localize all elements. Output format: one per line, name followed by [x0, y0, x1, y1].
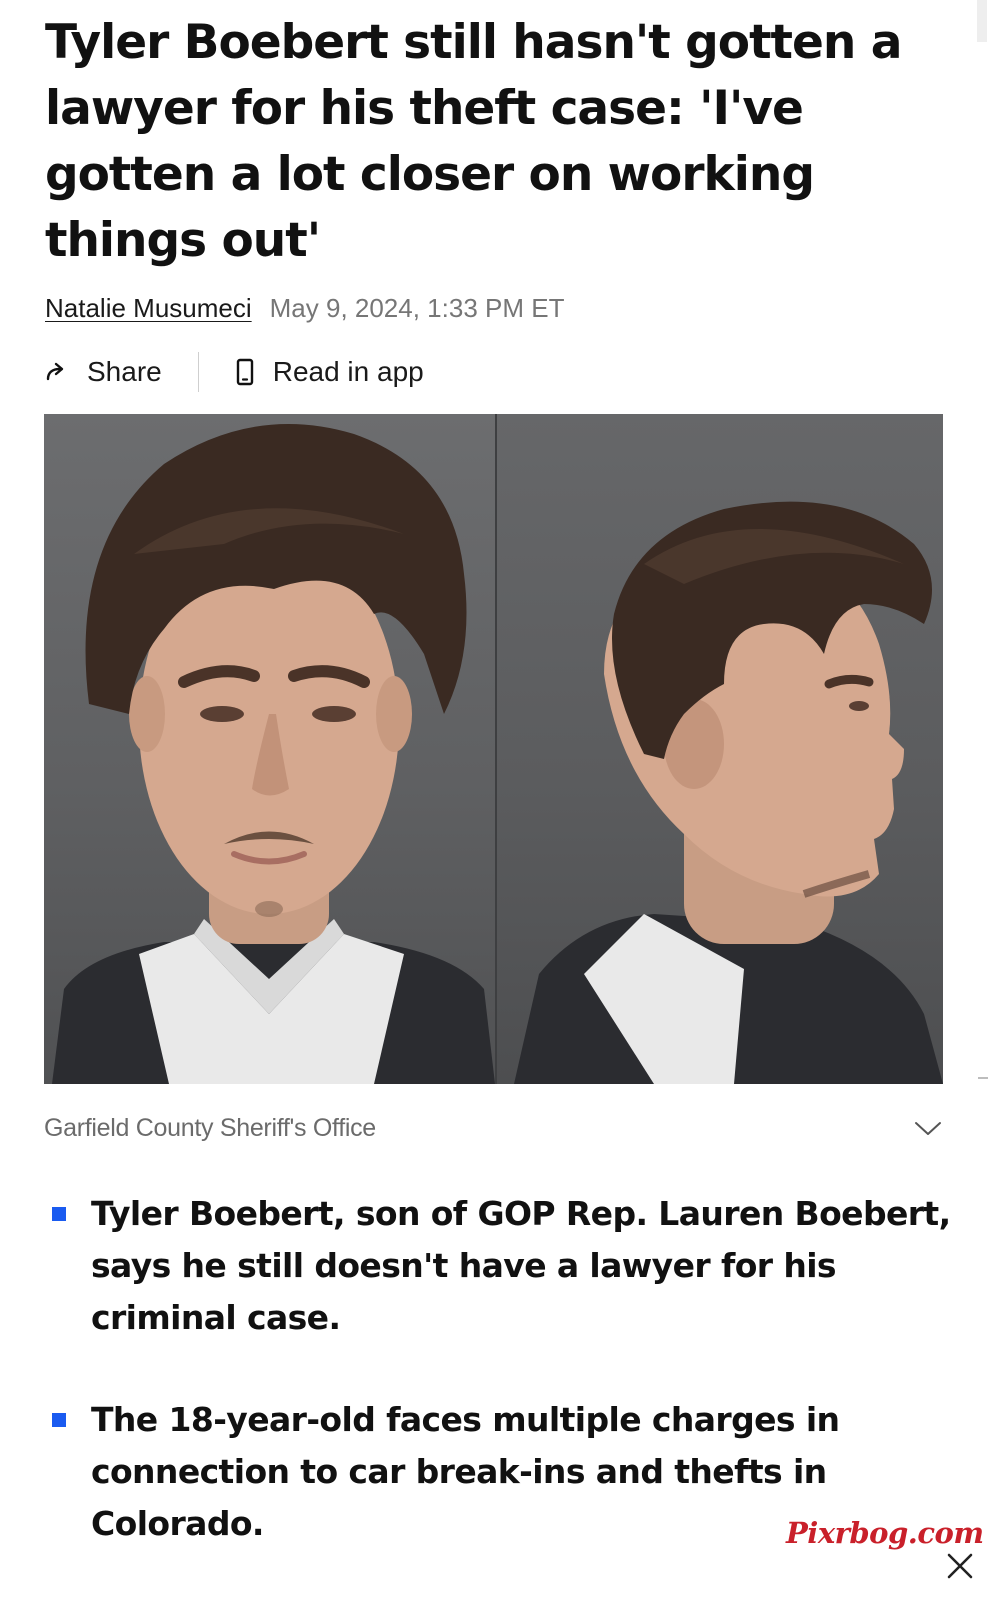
key-point-text: The 18-year-old faces multiple charges i… — [91, 1400, 840, 1543]
key-points-list: Tyler Boebert, son of GOP Rep. Lauren Bo… — [52, 1188, 952, 1550]
byline: Natalie Musumeci May 9, 2024, 1:33 PM ET — [45, 290, 564, 326]
article-page: Tyler Boebert still hasn't gotten a lawy… — [0, 0, 1007, 1600]
bullet-marker-icon — [52, 1207, 66, 1221]
phone-icon — [235, 358, 255, 386]
mugshot-illustration — [52, 424, 943, 1084]
bullet-marker-icon — [52, 1413, 66, 1427]
mugshot-image[interactable] — [44, 414, 943, 1084]
key-point-text: Tyler Boebert, son of GOP Rep. Lauren Bo… — [91, 1194, 951, 1337]
photo-credit: Garfield County Sheriff's Office — [44, 1113, 376, 1142]
scrollbar-thumb[interactable] — [977, 0, 987, 42]
actions-divider — [197, 352, 199, 392]
close-icon[interactable] — [936, 1542, 984, 1590]
share-label: Share — [87, 356, 162, 387]
chevron-down-icon[interactable] — [913, 1113, 943, 1143]
read-in-app-label: Read in app — [272, 356, 424, 387]
image-caption-row: Garfield County Sheriff's Office — [44, 1108, 943, 1148]
share-arrow-icon — [45, 360, 69, 384]
author-link[interactable]: Natalie Musumeci — [45, 293, 252, 324]
article-headline: Tyler Boebert still hasn't gotten a lawy… — [45, 15, 902, 268]
article-actions: Share Read in app — [45, 350, 424, 394]
scroll-indicator — [978, 1077, 988, 1079]
read-in-app-button[interactable]: Read in app — [235, 356, 424, 388]
key-point: Tyler Boebert, son of GOP Rep. Lauren Bo… — [52, 1188, 952, 1344]
share-button[interactable]: Share — [45, 356, 162, 388]
publish-date: May 9, 2024, 1:33 PM ET — [269, 292, 565, 323]
